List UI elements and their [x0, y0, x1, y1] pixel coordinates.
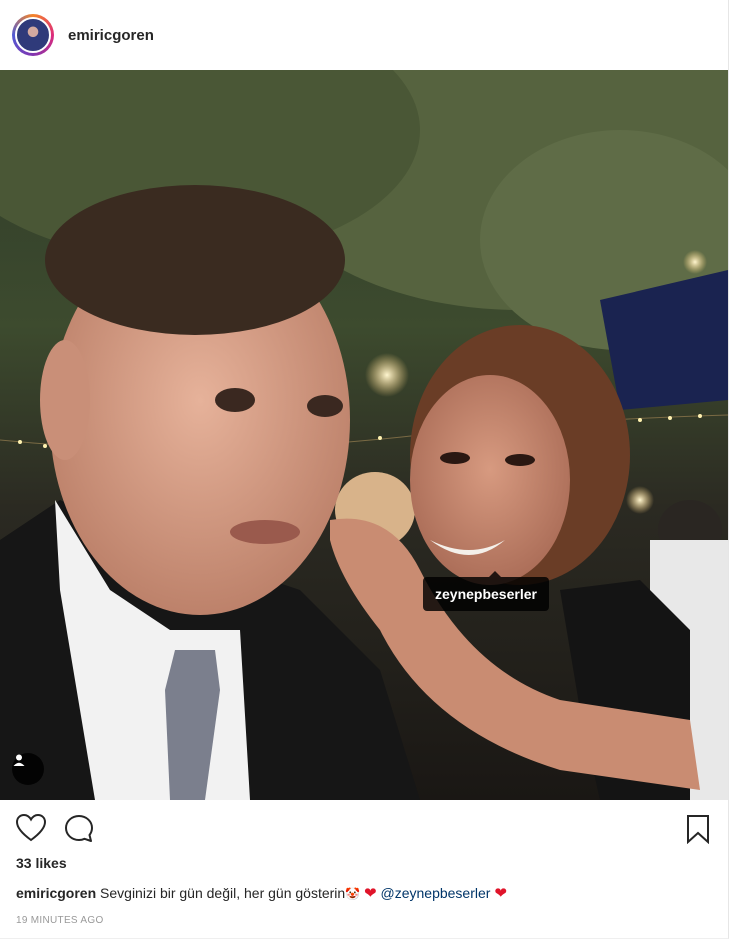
clown-emoji: 🤡: [345, 887, 361, 901]
caption-text: Sevginizi bir gün değil, her gün gösteri…: [100, 885, 346, 901]
caption-mention[interactable]: @zeynepbeserler: [381, 885, 491, 901]
post-photo[interactable]: zeynepbeserler: [0, 70, 728, 800]
likes-count[interactable]: 33 likes: [16, 855, 67, 871]
caption-username[interactable]: emiricgoren: [16, 885, 96, 901]
post-header: emiricgoren: [0, 0, 728, 70]
heart-emoji-2: ❤: [494, 885, 507, 902]
bookmark-icon[interactable]: [686, 814, 710, 849]
post-username[interactable]: emiricgoren: [68, 27, 154, 44]
caption: emiricgoren Sevginizi bir gün değil, her…: [16, 884, 507, 902]
heart-emoji: ❤: [364, 885, 377, 902]
post-card: emiricgoren zeynepbeserler 33 likes emir…: [0, 0, 729, 939]
comment-bubble-icon[interactable]: [64, 814, 94, 849]
post-timestamp[interactable]: 19 MINUTES AGO: [16, 915, 104, 926]
heart-outline-icon[interactable]: [15, 813, 47, 847]
action-bar: [0, 800, 728, 855]
person-icon: [13, 754, 25, 766]
avatar[interactable]: [12, 14, 54, 56]
user-tag-icon[interactable]: [12, 753, 44, 785]
avatar-image: [15, 17, 51, 53]
photo-illustration: [0, 70, 728, 800]
photo-tag-bubble[interactable]: zeynepbeserler: [423, 571, 549, 611]
